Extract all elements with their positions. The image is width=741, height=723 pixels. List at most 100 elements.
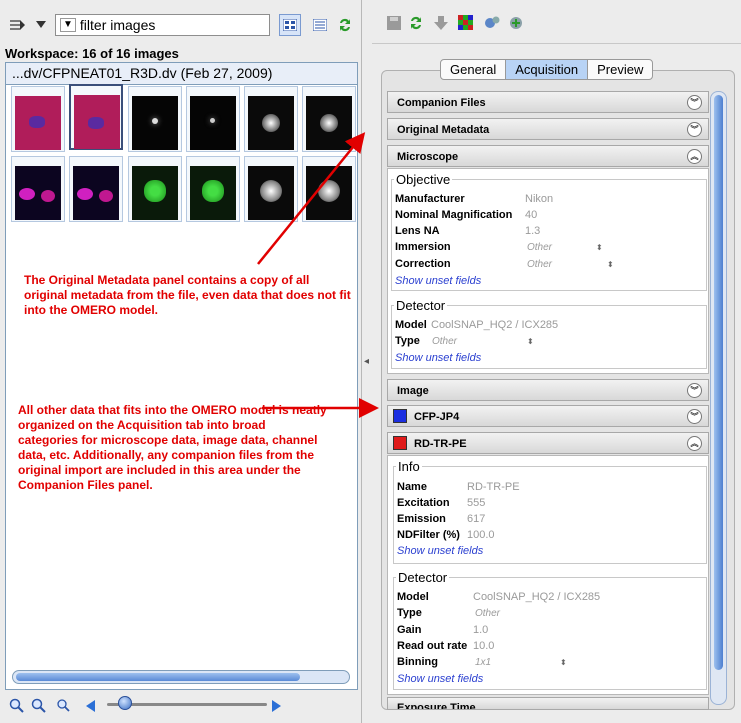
expand-icon[interactable]: ︾ bbox=[687, 122, 702, 137]
show-unset-fields-link[interactable]: Show unset fields bbox=[397, 545, 483, 557]
correction-select[interactable]: Other bbox=[527, 259, 552, 270]
type-select[interactable]: Other bbox=[475, 608, 500, 619]
image-thumbnail[interactable] bbox=[128, 86, 182, 152]
spinner-icon[interactable]: ⬍ bbox=[596, 243, 603, 252]
image-thumbnail[interactable] bbox=[186, 86, 240, 152]
original-metadata-header[interactable]: Original Metadata ︾ bbox=[387, 118, 709, 140]
metadata-toolbar bbox=[372, 0, 741, 44]
channel-color-swatch[interactable] bbox=[393, 436, 407, 450]
vertical-scrollbar[interactable] bbox=[710, 91, 727, 705]
immersion-select[interactable]: Other bbox=[527, 242, 552, 253]
refresh-metadata-icon[interactable] bbox=[405, 12, 427, 34]
field-value[interactable]: RD-TR-PE bbox=[467, 481, 520, 493]
filter-text: filter images bbox=[79, 17, 156, 33]
collapse-icon[interactable]: ︽ bbox=[687, 436, 702, 451]
image-thumbnail[interactable] bbox=[11, 86, 65, 152]
image-header[interactable]: Image ︾ bbox=[387, 379, 709, 401]
tab-preview[interactable]: Preview bbox=[588, 60, 652, 79]
image-thumbnail[interactable] bbox=[11, 156, 65, 222]
expand-icon[interactable]: ︾ bbox=[687, 409, 702, 424]
original-metadata-label: Original Metadata bbox=[397, 124, 490, 136]
expand-icon[interactable]: ︾ bbox=[687, 383, 702, 398]
field-value[interactable]: CoolSNAP_HQ2 / ICX285 bbox=[431, 319, 558, 331]
collapse-icon[interactable]: ︽ bbox=[687, 149, 702, 164]
download-icon[interactable] bbox=[430, 12, 452, 34]
spinner-icon[interactable]: ⬍ bbox=[607, 260, 614, 269]
spinner-icon[interactable]: ⬍ bbox=[560, 658, 567, 667]
filter-input[interactable]: ▼ filter images bbox=[55, 14, 270, 36]
filter-dropdown-icon[interactable]: ▼ bbox=[60, 18, 76, 32]
field-label: Type bbox=[397, 607, 422, 619]
dropdown-arrow-icon[interactable] bbox=[30, 14, 52, 36]
field-value[interactable]: 100.0 bbox=[467, 529, 495, 541]
field-label: Binning bbox=[397, 656, 438, 668]
field-label: Lens NA bbox=[395, 225, 440, 237]
show-unset-fields-link[interactable]: Show unset fields bbox=[395, 352, 481, 364]
zoom-fit-icon[interactable] bbox=[53, 695, 75, 717]
analysis-icon[interactable] bbox=[481, 12, 503, 34]
list-view-icon[interactable] bbox=[309, 14, 331, 36]
image-thumbnail[interactable] bbox=[244, 86, 298, 152]
zoom-out-icon[interactable] bbox=[6, 695, 28, 717]
image-thumbnail-selected[interactable] bbox=[69, 84, 123, 150]
field-value[interactable]: 555 bbox=[467, 497, 485, 509]
objective-title: Objective bbox=[394, 172, 453, 187]
dataset-title: ...dv/CFPNEAT01_R3D.dv (Feb 27, 2009) bbox=[6, 63, 357, 85]
image-thumbnail[interactable] bbox=[186, 156, 240, 222]
detector-title: Detector bbox=[396, 570, 450, 585]
field-label: Correction bbox=[395, 258, 451, 270]
exposure-time-label: Exposure Time bbox=[397, 702, 476, 710]
type-select[interactable]: Other bbox=[432, 336, 457, 347]
image-thumbnail[interactable] bbox=[69, 156, 123, 222]
spinner-icon[interactable]: ⬍ bbox=[527, 337, 534, 346]
pane-splitter[interactable]: ◂ bbox=[362, 0, 372, 723]
image-thumbnail[interactable] bbox=[302, 156, 356, 222]
zoom-slider-knob[interactable] bbox=[118, 696, 132, 710]
field-label: Nominal Magnification bbox=[395, 209, 513, 221]
show-unset-fields-link[interactable]: Show unset fields bbox=[395, 275, 481, 287]
field-value[interactable]: CoolSNAP_HQ2 / ICX285 bbox=[473, 591, 600, 603]
channel-grid-icon[interactable] bbox=[455, 12, 477, 34]
zoom-in-icon[interactable] bbox=[28, 695, 50, 717]
tab-acquisition[interactable]: Acquisition bbox=[506, 60, 589, 79]
field-label: Manufacturer bbox=[395, 193, 465, 205]
publish-icon[interactable] bbox=[505, 12, 527, 34]
info-title: Info bbox=[396, 459, 422, 474]
field-value[interactable]: 40 bbox=[525, 209, 537, 221]
slider-right-arrow-icon[interactable] bbox=[266, 695, 288, 717]
field-value[interactable]: 617 bbox=[467, 513, 485, 525]
field-label: Immersion bbox=[395, 241, 451, 253]
image-thumbnail[interactable] bbox=[244, 156, 298, 222]
field-label: Excitation bbox=[397, 497, 450, 509]
field-value[interactable]: 10.0 bbox=[473, 640, 494, 652]
field-value[interactable]: 1.0 bbox=[473, 624, 488, 636]
channel-header-rd[interactable]: RD-TR-PE ︽ bbox=[387, 432, 709, 454]
save-icon[interactable] bbox=[383, 12, 405, 34]
tab-general[interactable]: General bbox=[441, 60, 507, 79]
field-label: Gain bbox=[397, 624, 422, 636]
microscope-header[interactable]: Microscope ︽ bbox=[387, 145, 709, 167]
field-label: Read out rate bbox=[397, 640, 468, 652]
field-value[interactable]: 1.3 bbox=[525, 225, 540, 237]
import-menu-icon[interactable] bbox=[8, 14, 30, 36]
field-label: NDFilter (%) bbox=[397, 529, 460, 541]
companion-files-header[interactable]: Companion Files ︾ bbox=[387, 91, 709, 113]
slider-left-arrow-icon[interactable] bbox=[80, 695, 102, 717]
image-label: Image bbox=[397, 385, 429, 397]
annotation-original-metadata: The Original Metadata panel contains a c… bbox=[24, 273, 351, 317]
expand-icon[interactable]: ︾ bbox=[687, 95, 702, 110]
thumbnail-view-icon[interactable] bbox=[279, 14, 301, 36]
image-thumbnail[interactable] bbox=[128, 156, 182, 222]
companion-files-label: Companion Files bbox=[397, 97, 486, 109]
channel-header-cfp[interactable]: CFP-JP4 ︾ bbox=[387, 405, 709, 427]
image-thumbnail[interactable] bbox=[302, 86, 356, 152]
refresh-icon[interactable] bbox=[334, 14, 356, 36]
field-label: Model bbox=[395, 319, 427, 331]
channel-color-swatch[interactable] bbox=[393, 409, 407, 423]
exposure-time-header[interactable]: Exposure Time bbox=[387, 697, 709, 710]
field-value[interactable]: Nikon bbox=[525, 193, 553, 205]
binning-select[interactable]: 1x1 bbox=[475, 657, 491, 668]
horizontal-scrollbar[interactable] bbox=[12, 670, 350, 684]
detector-title: Detector bbox=[394, 298, 448, 313]
show-unset-fields-link[interactable]: Show unset fields bbox=[397, 673, 483, 685]
